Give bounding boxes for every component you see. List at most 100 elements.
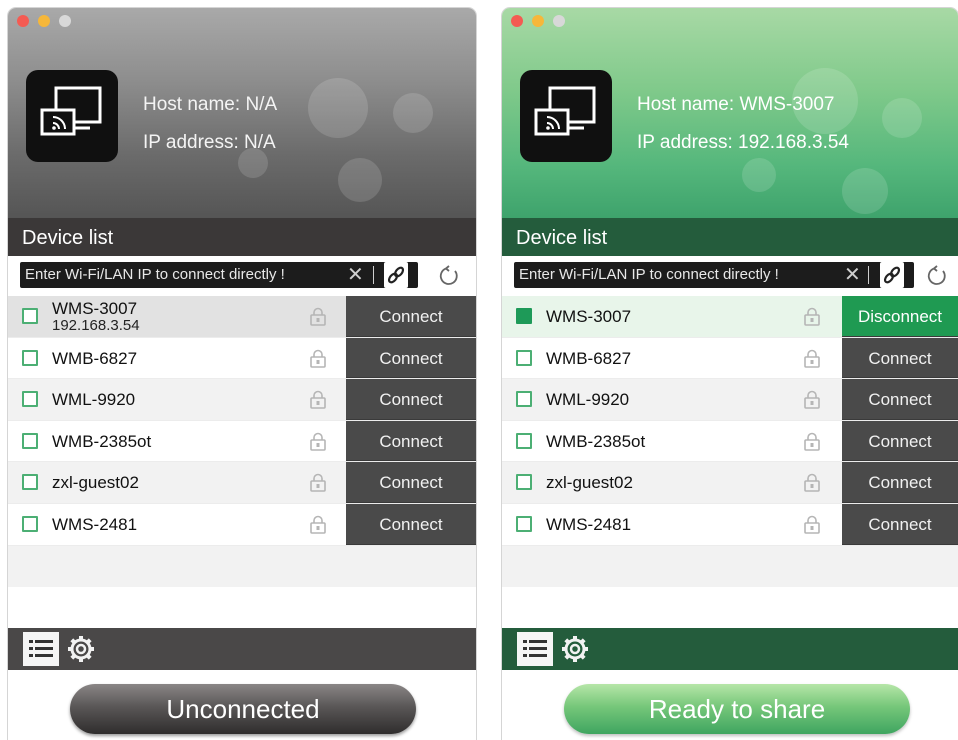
zoom-window-button[interactable] bbox=[553, 15, 565, 27]
divider bbox=[373, 266, 374, 284]
bottom-tab-bar bbox=[502, 628, 958, 670]
status-button[interactable]: Unconnected bbox=[70, 684, 416, 734]
list-tab[interactable] bbox=[517, 632, 553, 666]
lock-icon bbox=[310, 307, 326, 326]
device-row[interactable]: WML-9920 Connect bbox=[8, 379, 476, 421]
device-checkbox[interactable] bbox=[516, 349, 532, 366]
window-controls bbox=[17, 15, 71, 27]
device-list: WMS-3007 192.168.3.54 Connect WMB-6827 Co… bbox=[8, 296, 476, 588]
connect-button[interactable]: Connect bbox=[346, 296, 476, 337]
minimize-window-button[interactable] bbox=[38, 15, 50, 27]
connect-button[interactable]: Connect bbox=[842, 420, 958, 462]
connect-button[interactable]: Connect bbox=[842, 503, 958, 545]
host-info: Host name: WMS-3007 IP address: 192.168.… bbox=[637, 86, 849, 162]
host-name-label: Host name: bbox=[143, 94, 241, 115]
device-row[interactable]: WML-9920 Connect bbox=[502, 379, 958, 421]
device-name: WMS-3007 192.168.3.54 bbox=[52, 299, 140, 334]
status-button[interactable]: Ready to share bbox=[564, 684, 910, 734]
device-name: WML-9920 bbox=[546, 390, 630, 410]
lock-icon bbox=[310, 432, 326, 451]
connect-button[interactable]: Connect bbox=[346, 503, 476, 545]
close-icon[interactable]: ✕ bbox=[844, 262, 861, 288]
device-name: WMS-2481 bbox=[52, 514, 138, 534]
close-window-button[interactable] bbox=[17, 15, 29, 27]
device-list: WMS-3007 Disconnect WMB-6827 Connect WML… bbox=[502, 296, 958, 588]
ip-entry-row: Enter Wi-Fi/LAN IP to connect directly !… bbox=[8, 256, 476, 294]
link-icon[interactable] bbox=[384, 262, 408, 288]
connect-button[interactable]: Connect bbox=[346, 337, 476, 379]
device-name: WML-9920 bbox=[52, 390, 136, 410]
close-icon[interactable]: ✕ bbox=[347, 262, 364, 288]
empty-row bbox=[502, 545, 958, 588]
device-name: WMB-2385ot bbox=[546, 431, 646, 451]
connect-button[interactable]: Connect bbox=[346, 379, 476, 420]
app-window-unconnected: Host name: N/A IP address: N/A Device li… bbox=[8, 8, 476, 740]
device-name: WMB-6827 bbox=[546, 348, 632, 368]
host-name-value: WMS-3007 bbox=[739, 94, 835, 115]
device-row[interactable]: WMB-2385ot Connect bbox=[502, 420, 958, 463]
connect-button[interactable]: Connect bbox=[842, 379, 958, 420]
link-icon[interactable] bbox=[880, 262, 904, 288]
device-row[interactable]: WMB-6827 Connect bbox=[502, 337, 958, 380]
ip-input[interactable]: Enter Wi-Fi/LAN IP to connect directly !… bbox=[514, 262, 914, 288]
device-row[interactable]: WMB-6827 Connect bbox=[8, 337, 476, 380]
device-checkbox[interactable] bbox=[516, 515, 532, 532]
connect-button[interactable]: Connect bbox=[346, 462, 476, 503]
header-panel: Host name: WMS-3007 IP address: 192.168.… bbox=[502, 8, 958, 218]
device-name: zxl-guest02 bbox=[546, 473, 633, 493]
gear-icon[interactable] bbox=[66, 634, 96, 664]
device-row[interactable]: WMB-2385ot Connect bbox=[8, 420, 476, 463]
connect-button[interactable]: Connect bbox=[346, 420, 476, 462]
device-name: WMB-2385ot bbox=[52, 431, 152, 451]
screen-mirror-icon bbox=[520, 70, 612, 162]
device-name: WMS-2481 bbox=[546, 514, 632, 534]
empty-row bbox=[8, 545, 476, 588]
device-row[interactable]: WMS-2481 Connect bbox=[502, 503, 958, 546]
disconnect-button[interactable]: Disconnect bbox=[842, 296, 958, 337]
refresh-icon[interactable] bbox=[438, 265, 460, 287]
lock-icon bbox=[804, 307, 820, 326]
list-icon bbox=[29, 640, 53, 657]
refresh-icon[interactable] bbox=[926, 265, 948, 287]
device-row[interactable]: zxl-guest02 Connect bbox=[502, 462, 958, 504]
header-panel: Host name: N/A IP address: N/A bbox=[8, 8, 476, 218]
device-list-title: Device list bbox=[502, 218, 958, 256]
minimize-window-button[interactable] bbox=[532, 15, 544, 27]
ip-address-label: IP address: bbox=[143, 132, 239, 153]
device-checkbox[interactable] bbox=[22, 349, 38, 366]
device-name: zxl-guest02 bbox=[52, 473, 139, 493]
device-checkbox[interactable] bbox=[516, 391, 532, 408]
lock-icon bbox=[804, 515, 820, 534]
lock-icon bbox=[310, 349, 326, 368]
device-row[interactable]: zxl-guest02 Connect bbox=[8, 462, 476, 504]
device-row[interactable]: WMS-3007 192.168.3.54 Connect bbox=[8, 296, 476, 338]
ip-input[interactable]: Enter Wi-Fi/LAN IP to connect directly !… bbox=[20, 262, 418, 288]
connect-button[interactable]: Connect bbox=[842, 462, 958, 503]
connect-button[interactable]: Connect bbox=[842, 337, 958, 379]
device-row[interactable]: WMS-2481 Connect bbox=[8, 503, 476, 546]
device-checkbox[interactable] bbox=[516, 308, 532, 324]
ip-input-placeholder: Enter Wi-Fi/LAN IP to connect directly ! bbox=[25, 266, 285, 283]
device-ip: 192.168.3.54 bbox=[52, 317, 140, 334]
device-checkbox[interactable] bbox=[516, 432, 532, 449]
zoom-window-button[interactable] bbox=[59, 15, 71, 27]
device-checkbox[interactable] bbox=[22, 432, 38, 449]
device-checkbox[interactable] bbox=[22, 515, 38, 532]
device-checkbox[interactable] bbox=[516, 474, 532, 491]
device-checkbox[interactable] bbox=[22, 474, 38, 491]
device-checkbox[interactable] bbox=[22, 391, 38, 408]
lock-icon bbox=[804, 390, 820, 409]
close-window-button[interactable] bbox=[511, 15, 523, 27]
device-row[interactable]: WMS-3007 Disconnect bbox=[502, 296, 958, 338]
lock-icon bbox=[804, 474, 820, 493]
device-list-title: Device list bbox=[8, 218, 476, 256]
ip-input-placeholder: Enter Wi-Fi/LAN IP to connect directly ! bbox=[519, 266, 779, 283]
gear-icon[interactable] bbox=[560, 634, 590, 664]
list-icon bbox=[523, 640, 547, 657]
list-tab[interactable] bbox=[23, 632, 59, 666]
ip-address-value: N/A bbox=[244, 132, 276, 153]
device-checkbox[interactable] bbox=[22, 308, 38, 324]
ip-address-label: IP address: bbox=[637, 132, 733, 153]
ip-entry-row: Enter Wi-Fi/LAN IP to connect directly !… bbox=[502, 256, 958, 294]
lock-icon bbox=[310, 515, 326, 534]
